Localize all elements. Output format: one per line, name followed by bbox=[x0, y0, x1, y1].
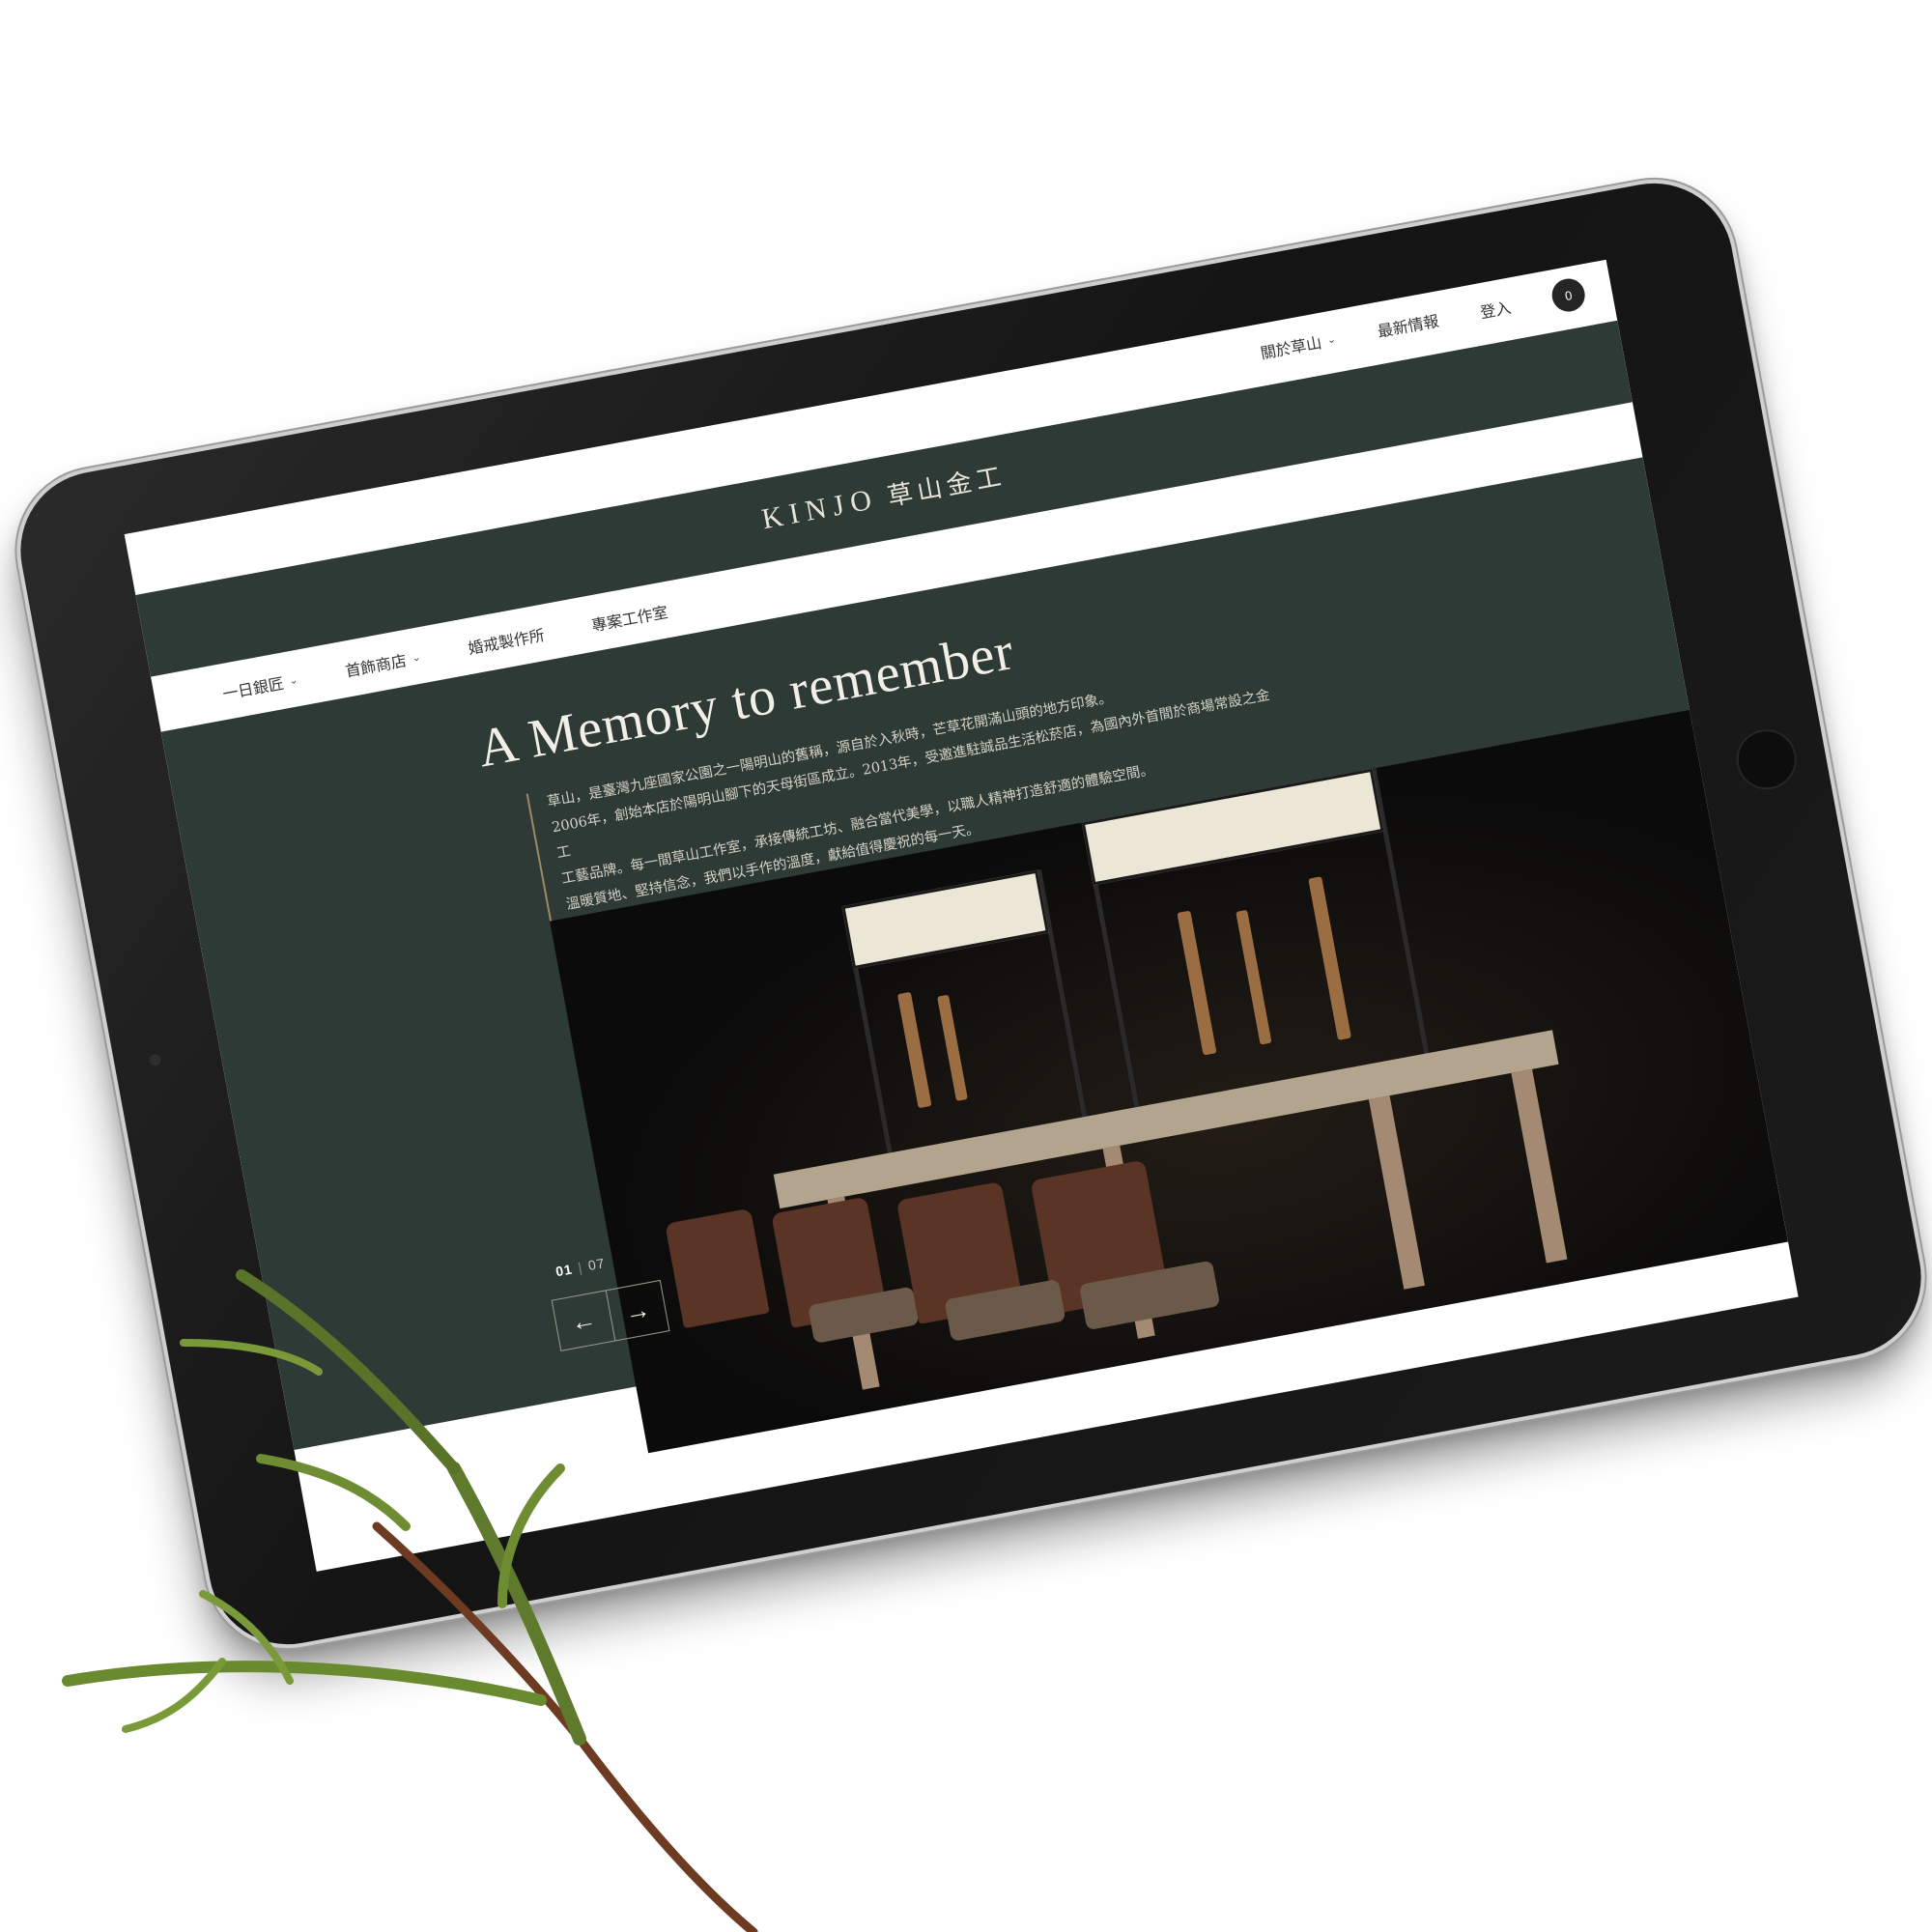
logo-chinese: 草山金工 bbox=[885, 462, 1009, 513]
home-button[interactable] bbox=[1731, 724, 1802, 795]
news-link[interactable]: 最新情報 bbox=[1376, 308, 1440, 342]
logo-text: KINJO bbox=[758, 482, 881, 536]
workbench-leg bbox=[1511, 1068, 1568, 1264]
news-label: 最新情報 bbox=[1376, 313, 1440, 341]
chevron-down-icon: ⌄ bbox=[1325, 332, 1337, 347]
juniper-sprig-decoration bbox=[62, 1269, 758, 1932]
nav-item-jewelry-shop[interactable]: 首飾商店 ⌄ bbox=[343, 645, 422, 682]
about-label: 關於草山 bbox=[1259, 335, 1323, 363]
nav-item-silversmith[interactable]: 一日銀匠 ⌄ bbox=[220, 668, 299, 704]
sprig-stem bbox=[372, 1521, 758, 1932]
login-label: 登入 bbox=[1479, 299, 1513, 323]
sprig-branch bbox=[180, 1339, 323, 1376]
login-link[interactable]: 登入 bbox=[1478, 295, 1513, 323]
nav-item-project-studio[interactable]: 專案工作室 bbox=[589, 599, 669, 636]
workbench-leg bbox=[1368, 1095, 1425, 1290]
chevron-down-icon: ⌄ bbox=[288, 673, 299, 687]
nav-label: 專案工作室 bbox=[590, 605, 670, 636]
cart-count: 0 bbox=[1563, 287, 1574, 303]
camera-icon bbox=[148, 1053, 162, 1067]
nav-label: 首飾商店 bbox=[344, 653, 409, 681]
nav-label: 一日銀匠 bbox=[221, 675, 286, 704]
about-menu[interactable]: 關於草山 ⌄ bbox=[1259, 327, 1338, 363]
sprig-branch bbox=[62, 1661, 547, 1706]
nav-item-wedding-rings[interactable]: 婚戒製作所 bbox=[466, 622, 546, 659]
cart-button[interactable]: 0 bbox=[1548, 275, 1588, 315]
chevron-down-icon: ⌄ bbox=[411, 650, 422, 665]
sprig-branch bbox=[236, 1269, 460, 1474]
nav-label: 婚戒製作所 bbox=[467, 627, 547, 659]
sprig-branch bbox=[256, 1454, 411, 1531]
